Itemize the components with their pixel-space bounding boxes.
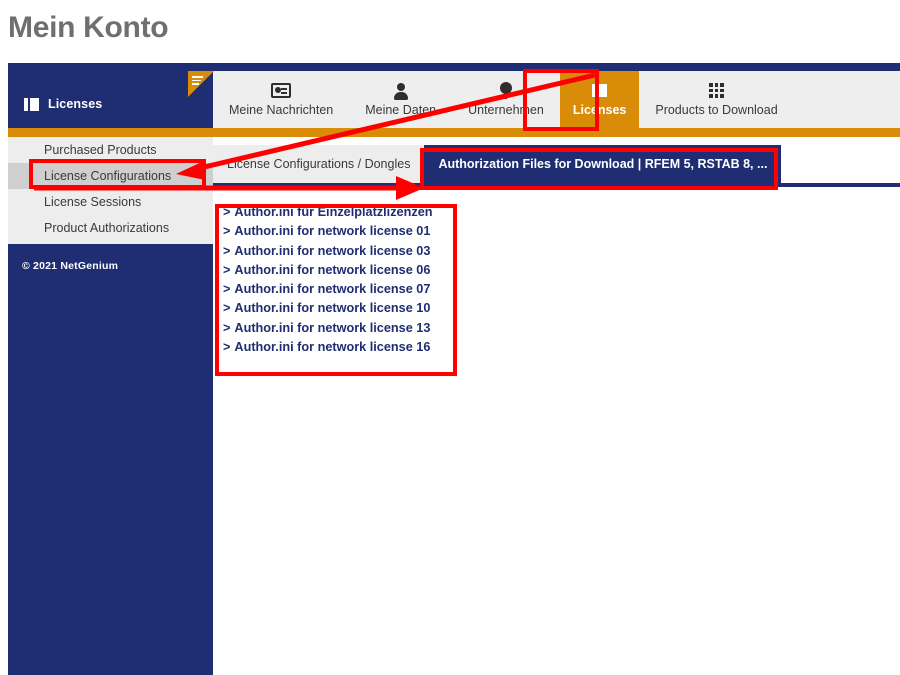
download-link[interactable]: > Author.ini for network license 16 bbox=[223, 338, 453, 357]
download-link-label: Author.ini for network license 07 bbox=[234, 282, 431, 297]
main-content: License Configurations / Dongles Authori… bbox=[213, 137, 900, 675]
sidebar-footer-panel: © 2021 NetGenium bbox=[8, 244, 213, 675]
chevron-right-marker: > bbox=[223, 301, 231, 316]
page-title: Mein Konto bbox=[8, 11, 169, 44]
nav-tab-products-to-download[interactable]: Products to Download bbox=[639, 71, 793, 128]
content-tab-list: License Configurations / Dongles Authori… bbox=[213, 145, 782, 183]
download-link-label: Author.ini for network license 10 bbox=[234, 301, 431, 316]
download-link-label: Author.ini for network license 03 bbox=[234, 243, 431, 258]
chevron-right-marker: > bbox=[223, 320, 231, 335]
download-link[interactable]: > Author.ini for network license 01 bbox=[223, 222, 453, 241]
content-tab-label: Authorization Files for Download | RFEM … bbox=[438, 157, 768, 171]
person-icon bbox=[393, 82, 409, 100]
download-link-label: Author.ini for network license 01 bbox=[234, 224, 431, 239]
nav-tab-licenses[interactable]: Licenses bbox=[559, 71, 640, 128]
orange-divider-left bbox=[8, 128, 213, 137]
grid-icon bbox=[709, 82, 724, 99]
download-link[interactable]: > Author.ini für Einzelplatzlizenzen bbox=[223, 203, 453, 222]
download-link[interactable]: > Author.ini for network license 07 bbox=[223, 280, 453, 299]
sidebar-item-label: Purchased Products bbox=[44, 143, 157, 157]
nav-tab-list: Meine Nachrichten Meine Daten Unternehme… bbox=[213, 71, 794, 128]
sidebar-item-label: License Sessions bbox=[44, 195, 142, 209]
top-blue-divider bbox=[8, 63, 900, 71]
download-link-label: Author.ini für Einzelplatzlizenzen bbox=[234, 205, 433, 219]
sidebar-item-license-sessions[interactable]: License Sessions bbox=[8, 189, 213, 215]
download-link[interactable]: > Author.ini for network license 06 bbox=[223, 261, 453, 280]
nav-tab-label: Meine Daten bbox=[365, 103, 437, 117]
chevron-right-marker: > bbox=[223, 340, 231, 355]
book-icon bbox=[24, 97, 39, 111]
nav-tab-label: Unternehmen bbox=[468, 103, 544, 117]
download-link-list: > Author.ini für Einzelplatzlizenzen > Aut… bbox=[223, 203, 453, 357]
nav-tab-meine-nachrichten[interactable]: Meine Nachrichten bbox=[213, 71, 349, 128]
chevron-right-marker: > bbox=[223, 205, 231, 219]
tab-authorization-files-for-download[interactable]: Authorization Files for Download | RFEM … bbox=[424, 145, 782, 183]
sidebar-item-product-authorizations[interactable]: Product Authorizations bbox=[8, 215, 213, 241]
chevron-right-marker: > bbox=[223, 243, 231, 258]
id-card-icon bbox=[271, 82, 292, 99]
tab-underline bbox=[213, 183, 900, 187]
sidebar-header-licenses[interactable]: Licenses bbox=[8, 71, 213, 128]
book-icon bbox=[592, 82, 608, 99]
location-pin-icon bbox=[499, 82, 512, 99]
nav-tab-label: Meine Nachrichten bbox=[229, 103, 334, 117]
nav-tab-label: Products to Download bbox=[655, 103, 778, 117]
chevron-right-marker: > bbox=[223, 262, 231, 277]
chevron-right-marker: > bbox=[223, 282, 231, 297]
download-link-label: Author.ini for network license 13 bbox=[234, 320, 431, 335]
download-link-label: Author.ini for network license 06 bbox=[234, 262, 431, 277]
sidebar: Purchased Products License Configuration… bbox=[8, 137, 231, 675]
download-link[interactable]: > Author.ini for network license 10 bbox=[223, 299, 453, 318]
sidebar-item-label: License Configurations bbox=[44, 169, 172, 183]
tab-license-configurations-dongles[interactable]: License Configurations / Dongles bbox=[213, 145, 425, 183]
nav-tab-unternehmen[interactable]: Unternehmen bbox=[452, 71, 560, 128]
copyright-text: © 2021 NetGenium bbox=[22, 260, 119, 272]
nav-tab-meine-daten[interactable]: Meine Daten bbox=[349, 71, 452, 128]
download-link[interactable]: > Author.ini for network license 13 bbox=[223, 319, 453, 338]
sidebar-item-label: Product Authorizations bbox=[44, 221, 170, 235]
sidebar-header-label: Licenses bbox=[48, 97, 103, 111]
download-link-label: Author.ini for network license 16 bbox=[234, 340, 431, 355]
sidebar-item-license-configurations[interactable]: License Configurations bbox=[8, 163, 231, 189]
navigation-bar: Licenses Meine Nachrichten Meine Daten U… bbox=[8, 71, 900, 128]
download-link[interactable]: > Author.ini for network license 03 bbox=[223, 242, 453, 261]
nav-tab-label: Licenses bbox=[572, 103, 627, 117]
sidebar-item-purchased-products[interactable]: Purchased Products bbox=[8, 137, 213, 163]
content-tab-label: License Configurations / Dongles bbox=[227, 157, 411, 171]
chevron-right-marker: > bbox=[223, 224, 231, 239]
